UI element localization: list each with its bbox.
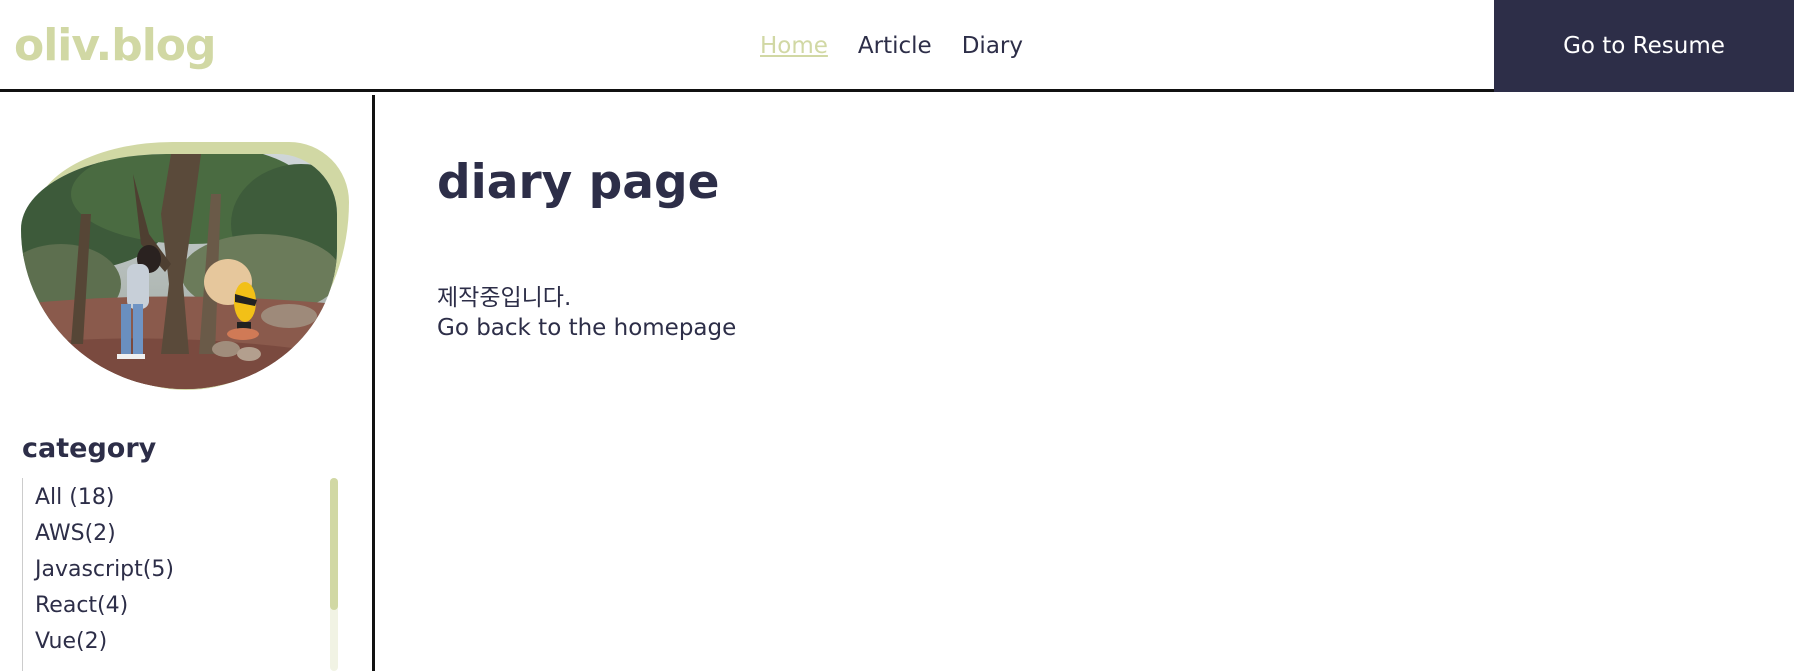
category-list: All (18) AWS(2) Javascript(5) React(4) V…	[22, 478, 338, 671]
nav-article[interactable]: Article	[858, 33, 932, 59]
site-header: oliv.blog Home Article Diary Go to Resum…	[0, 0, 1794, 92]
category-scrollbar-thumb[interactable]	[330, 478, 338, 610]
go-to-resume-button[interactable]: Go to Resume	[1494, 0, 1794, 92]
site-logo[interactable]: oliv.blog	[14, 20, 217, 71]
page-title: diary page	[437, 155, 720, 210]
back-to-home-link[interactable]: Go back to the homepage	[437, 315, 736, 341]
category-item[interactable]: React(4)	[35, 590, 338, 626]
nav-diary[interactable]: Diary	[962, 33, 1023, 59]
sidebar: category All (18) AWS(2) Javascript(5) R…	[0, 95, 375, 671]
nav-home[interactable]: Home	[760, 33, 828, 59]
category-item[interactable]: Javascript(5)	[35, 554, 338, 590]
profile-photo	[21, 154, 337, 389]
category-item[interactable]: AWS(2)	[35, 518, 338, 554]
profile-image-frame	[21, 142, 349, 392]
category-item[interactable]: Vue(2)	[35, 626, 338, 662]
under-construction-message: 제작중입니다.	[437, 285, 572, 311]
main-content: diary page 제작중입니다. Go back to the homepa…	[378, 95, 1794, 671]
category-scrollbar-track[interactable]	[330, 478, 338, 671]
main-nav: Home Article Diary	[760, 33, 1023, 59]
category-heading: category	[22, 433, 157, 464]
profile-photo-image	[21, 154, 337, 389]
category-item[interactable]: All (18)	[35, 482, 338, 518]
